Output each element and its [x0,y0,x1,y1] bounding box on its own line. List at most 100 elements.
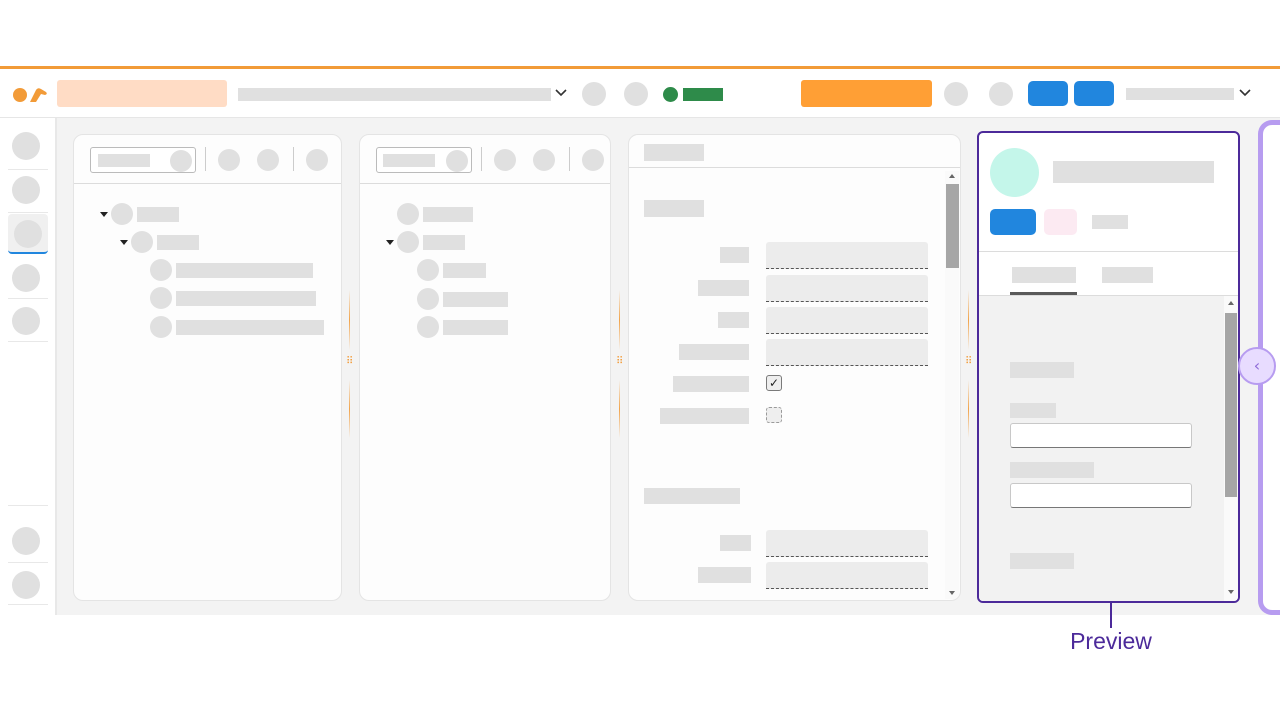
toolbar-divider [205,147,206,171]
text-field[interactable] [766,339,928,366]
more-icon[interactable] [306,149,328,171]
blue-button-2[interactable] [1074,81,1114,106]
panel-splitter[interactable]: ⠿ [346,290,354,438]
preview-primary-button[interactable] [990,209,1036,235]
scrollbar[interactable] [1224,296,1238,601]
nav-icon-6[interactable] [12,527,40,555]
filter-icon[interactable] [533,149,555,171]
preview-meta [1092,215,1128,229]
preview-input[interactable] [1010,423,1192,448]
text-field[interactable] [766,242,928,269]
history-icon[interactable] [582,82,606,106]
help-icon[interactable] [944,82,968,106]
search-input[interactable] [98,154,150,167]
nav-item-active[interactable] [8,214,48,254]
more-icon[interactable] [582,149,604,171]
panel-splitter[interactable]: ⠿ [616,290,624,438]
nav-divider [8,505,48,506]
tree-node-label[interactable] [443,320,508,335]
caret-down-icon[interactable] [120,240,128,245]
logo-icon[interactable] [12,85,50,105]
nav-divider [8,298,48,299]
checkbox-unchecked[interactable] [766,407,782,423]
text-field[interactable] [766,562,928,589]
tree-node-icon [150,259,172,281]
nav-icon-2[interactable] [12,176,40,204]
nav-icon-1[interactable] [12,132,40,160]
caret-down-icon[interactable] [100,212,108,217]
panel-splitter[interactable]: ⠿ [965,290,973,438]
tab-inactive[interactable] [1102,267,1153,283]
tree-panel-1 [73,134,342,601]
toolbar-separator [629,167,960,168]
filter-icon[interactable] [257,149,279,171]
tree-node-icon [417,259,439,281]
text-field[interactable] [766,275,928,302]
preview-input[interactable] [1010,483,1192,508]
tree-node-icon [131,231,153,253]
tab-active[interactable] [1012,267,1076,283]
tree-node-icon [417,316,439,338]
chevron-left-icon[interactable]: ‹ [1238,347,1276,385]
text-field[interactable] [766,307,928,334]
scroll-up-icon[interactable] [949,174,955,178]
nav-divider [8,604,48,605]
scroll-thumb[interactable] [1225,313,1237,497]
drag-handle-icon[interactable]: ⠿ [346,357,354,375]
text-field[interactable] [766,530,928,557]
notifications-icon[interactable] [989,82,1013,106]
search-icon[interactable] [446,150,468,172]
chevron-down-icon[interactable] [1238,86,1252,100]
nav-icon-5[interactable] [12,307,40,335]
field-label [673,376,749,392]
tree-node-label[interactable] [176,320,324,335]
scroll-down-icon[interactable] [949,591,955,595]
tree-node-label[interactable] [157,235,199,250]
nav-icon-7[interactable] [12,571,40,599]
add-icon[interactable] [218,149,240,171]
toolbar-separator [74,183,341,184]
tree-panel-2 [359,134,611,601]
field-label [1010,462,1094,478]
app-header [0,69,1280,118]
search-box[interactable] [90,147,196,173]
blue-button-1[interactable] [1028,81,1068,106]
nav-icon-4[interactable] [12,264,40,292]
callout-line [1110,603,1112,628]
primary-action-button[interactable] [801,80,932,107]
tree-node-icon [397,231,419,253]
field-label [720,247,749,263]
scroll-up-icon[interactable] [1228,301,1234,305]
tree-node-label[interactable] [423,207,473,222]
tree-node-label[interactable] [176,291,316,306]
scroll-thumb[interactable] [946,184,959,268]
section-heading [1010,362,1074,378]
tree-node-label[interactable] [176,263,313,278]
search-input[interactable] [383,154,435,167]
drag-handle-icon[interactable]: ⠿ [616,357,624,375]
project-selector[interactable] [57,80,227,107]
search-box[interactable] [376,147,472,173]
checkbox-checked[interactable]: ✓ [766,375,782,391]
nav-icon-3 [14,220,42,248]
chevron-down-icon[interactable] [554,86,568,100]
scroll-down-icon[interactable] [1228,590,1234,594]
tree-node-label[interactable] [443,292,508,307]
callout-label: Preview [1070,628,1152,654]
caret-down-icon[interactable] [386,240,394,245]
drag-handle-icon[interactable]: ⠿ [965,357,973,375]
tree-node-label[interactable] [443,263,486,278]
field-label [679,344,749,360]
status-badge [683,88,723,101]
search-icon[interactable] [170,150,192,172]
breadcrumb[interactable] [238,88,551,101]
tree-node-icon [150,287,172,309]
scrollbar[interactable] [945,171,959,599]
user-menu[interactable] [1126,88,1234,100]
add-icon[interactable] [494,149,516,171]
tree-node-label[interactable] [423,235,465,250]
settings-icon[interactable] [624,82,648,106]
section-heading [1010,553,1074,569]
tree-node-label[interactable] [137,207,179,222]
preview-secondary-button[interactable] [1044,209,1077,235]
